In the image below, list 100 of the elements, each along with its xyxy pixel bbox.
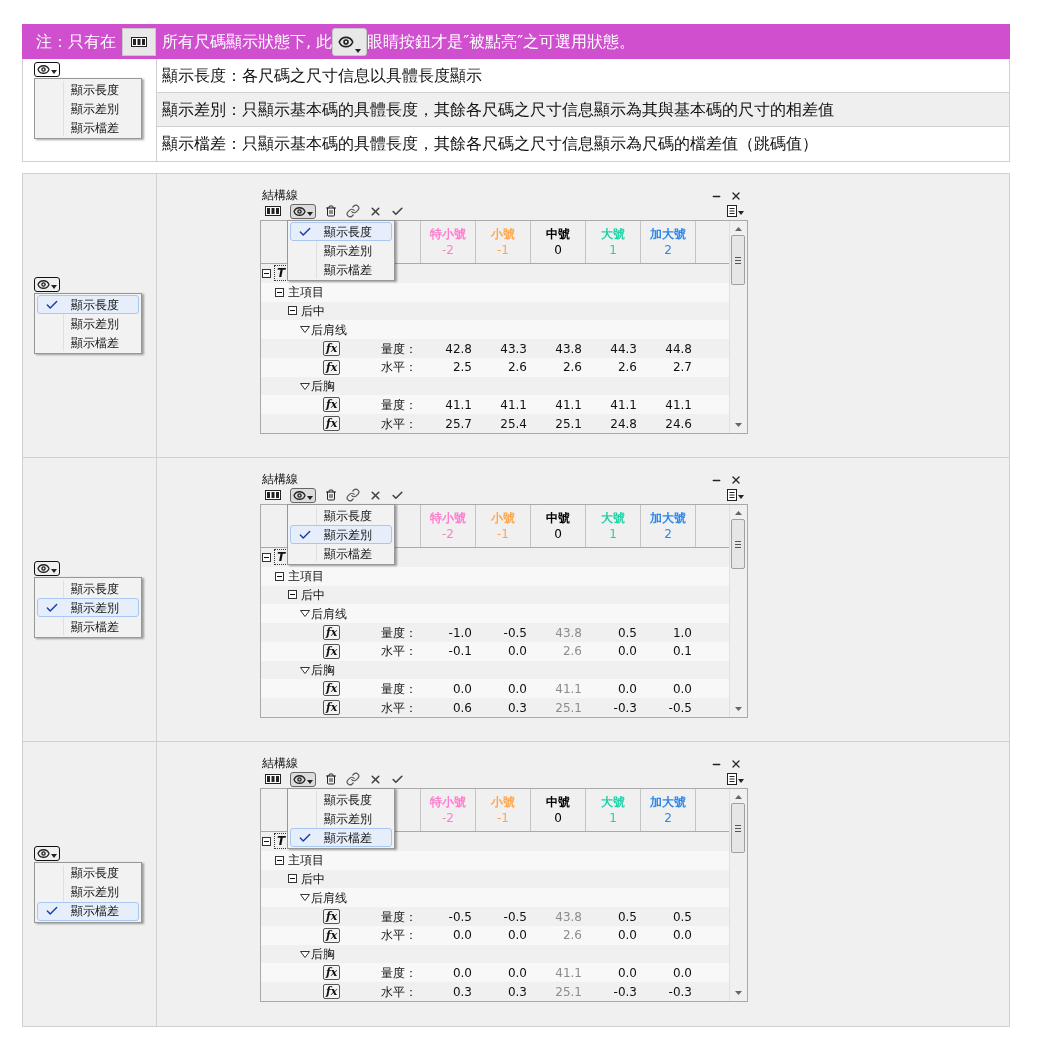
collapse-icon[interactable] [262, 268, 271, 278]
tree-node-label[interactable]: 主項目 [288, 567, 324, 586]
collapse-icon[interactable] [262, 836, 271, 846]
formula-button[interactable]: fx [323, 416, 341, 432]
scrollbar[interactable] [729, 221, 746, 433]
list-menu-icon[interactable] [727, 205, 744, 217]
scroll-down-icon[interactable] [734, 991, 742, 995]
scroll-up-icon[interactable] [734, 227, 742, 231]
note-text: 眼睛按鈕才是″被點亮″之可選用狀態。 [367, 30, 636, 53]
value-cell-text: 0.0 [506, 643, 528, 661]
value-cell-text: 0.5 [616, 624, 638, 642]
tree-group-label[interactable]: 后胸 [311, 377, 335, 396]
collapse-icon[interactable] [275, 571, 284, 581]
menu-item[interactable]: 顯示檔差 [37, 901, 139, 921]
scroll-up-icon[interactable] [734, 795, 742, 799]
menu-item[interactable]: 顯示差別 [37, 882, 139, 902]
menu-item[interactable]: 顯示檔差 [37, 333, 139, 352]
menu-item[interactable]: 顯示長度 [290, 790, 392, 809]
formula-button[interactable]: fx [323, 625, 341, 640]
panel-title: 結構線 [262, 472, 298, 486]
eye-dropdown-button[interactable] [290, 487, 316, 503]
tree-node-label[interactable]: 后中 [301, 585, 325, 604]
collapse-icon[interactable] [275, 287, 284, 297]
formula-button[interactable]: fx [323, 681, 341, 697]
menu-item[interactable]: 顯示檔差 [37, 118, 139, 137]
menu-item[interactable]: 顯示長度 [37, 295, 139, 314]
columns-button[interactable] [122, 27, 156, 56]
tree-node-label[interactable]: 主項目 [288, 851, 324, 870]
menu-item[interactable]: 顯示差別 [37, 99, 139, 118]
eye-dropdown-button[interactable] [290, 203, 316, 219]
menu-item[interactable]: 顯示長度 [290, 506, 392, 525]
tree-group-label[interactable]: 后肩线 [311, 888, 347, 907]
value-cell-text: -0.5 [667, 699, 693, 717]
menu-item[interactable]: 顯示檔差 [290, 260, 392, 279]
size-name: 小號 [491, 794, 515, 810]
formula-button[interactable]: fx [323, 359, 341, 375]
eye-dropdown-button[interactable] [34, 561, 60, 576]
scroll-down-icon[interactable] [734, 707, 742, 711]
menu-item[interactable]: 顯示檔差 [37, 617, 139, 636]
menu-item[interactable]: 顯示差別 [290, 525, 392, 544]
scroll-up-icon[interactable] [734, 511, 742, 515]
scroll-down-icon[interactable] [734, 423, 742, 427]
close-icon [369, 488, 382, 502]
formula-button[interactable]: fx [323, 700, 341, 716]
menu-item[interactable]: 顯示長度 [37, 863, 139, 883]
eye-dropdown-button[interactable] [34, 845, 60, 861]
expand-triangle-icon[interactable] [300, 326, 310, 334]
tree-group-label[interactable]: 后胸 [311, 661, 335, 680]
note-text: 注：只有在 [36, 30, 116, 53]
menu-item[interactable]: 顯示差別 [290, 809, 392, 828]
formula-button[interactable]: fx [323, 643, 341, 659]
menu-item[interactable]: 顯示差別 [290, 241, 392, 260]
list-menu-icon[interactable] [727, 773, 744, 785]
collapse-icon[interactable] [288, 590, 297, 600]
menu-item[interactable]: 顯示差別 [37, 314, 139, 333]
formula-button[interactable]: fx [323, 341, 341, 356]
collapse-icon[interactable] [288, 306, 297, 316]
value-cell-text: 2.6 [561, 359, 583, 377]
measure-label: 量度： [381, 908, 418, 926]
formula-button[interactable]: fx [323, 909, 341, 924]
formula-button[interactable]: fx [323, 984, 341, 1000]
menu-item[interactable]: 顯示長度 [290, 222, 392, 241]
size-offset: 2 [664, 526, 672, 542]
menu-item-label: 顯示檔差 [70, 618, 119, 636]
tree-group-label[interactable]: 后肩线 [311, 604, 347, 623]
list-menu-icon[interactable] [727, 489, 744, 501]
expand-triangle-icon[interactable] [300, 382, 310, 390]
tree-group-label[interactable]: 后胸 [311, 945, 335, 964]
menu-item-label: 顯示差別 [323, 810, 372, 828]
expand-triangle-icon[interactable] [300, 894, 310, 902]
collapse-icon[interactable] [288, 874, 297, 884]
collapse-icon[interactable] [275, 855, 284, 865]
size-name: 大號 [601, 226, 625, 242]
tree-node-label[interactable]: 后中 [301, 301, 325, 320]
value-cell-text: 25.1 [554, 699, 583, 717]
menu-item[interactable]: 顯示長度 [37, 579, 139, 598]
eye-dropdown-button[interactable] [34, 277, 60, 292]
formula-button[interactable]: fx [323, 965, 341, 981]
collapse-icon[interactable] [262, 552, 271, 562]
expand-triangle-icon[interactable] [300, 950, 310, 958]
eye-dropdown-button[interactable] [34, 62, 60, 77]
expand-triangle-icon[interactable] [300, 666, 310, 674]
menu-item[interactable]: 顯示檔差 [290, 828, 392, 847]
menu-item[interactable]: 顯示長度 [37, 80, 139, 99]
eye-dropdown-button[interactable] [290, 771, 316, 787]
panel-title: 結構線 [262, 756, 298, 770]
menu-item-label: 顯示長度 [70, 81, 119, 99]
menu-item[interactable]: 顯示差別 [37, 598, 139, 617]
tree-group-label[interactable]: 后肩线 [311, 320, 347, 339]
size-offset: 0 [554, 242, 562, 258]
scrollbar[interactable] [729, 505, 746, 717]
formula-button[interactable]: fx [323, 397, 341, 413]
scrollbar[interactable] [729, 789, 746, 1001]
tree-node-label[interactable]: 主項目 [288, 283, 324, 302]
tree-node-label[interactable]: 后中 [301, 869, 325, 888]
caret-icon [51, 853, 57, 858]
menu-item[interactable]: 顯示檔差 [290, 544, 392, 563]
value-cell-text: -0.5 [447, 908, 473, 926]
expand-triangle-icon[interactable] [300, 610, 310, 618]
formula-button[interactable]: fx [323, 927, 341, 943]
